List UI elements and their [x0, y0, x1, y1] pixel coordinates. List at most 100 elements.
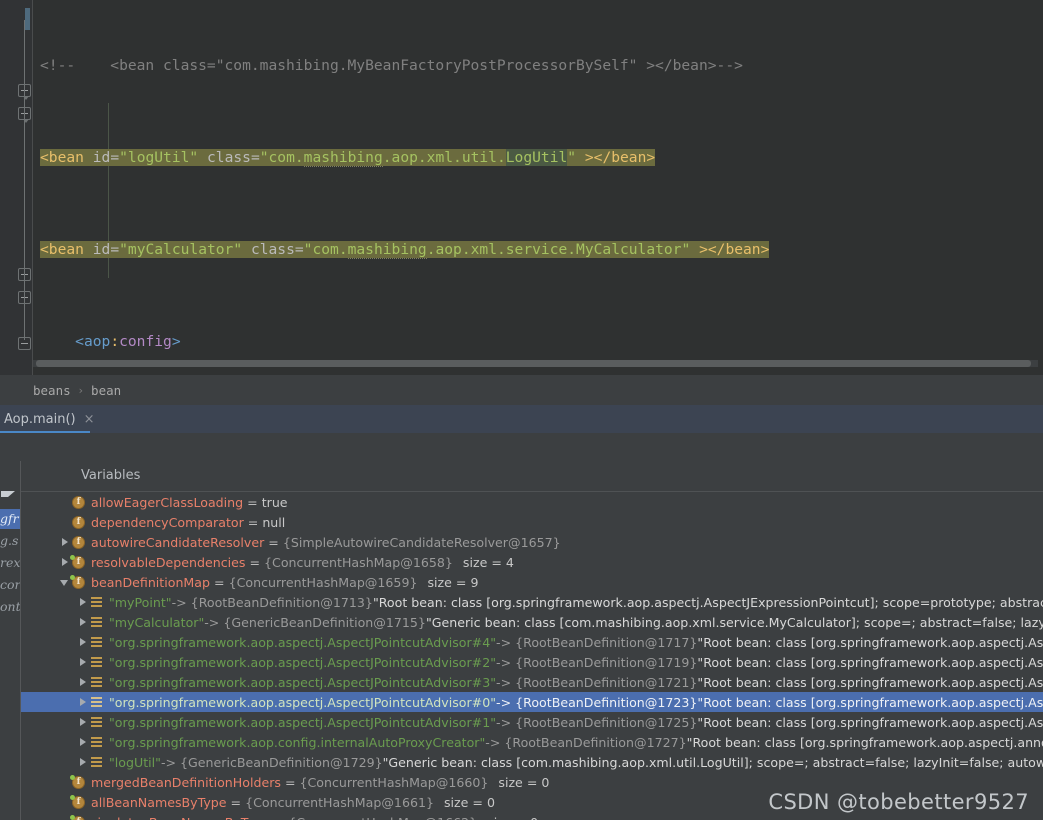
editor-gutter-separator	[32, 0, 33, 375]
frames-panel[interactable]: gfr g.s rext cor ont	[0, 461, 20, 820]
variable-value: true	[261, 494, 288, 510]
variable-value: {ConcurrentHashMap@1659}	[228, 574, 418, 590]
variables-panel[interactable]: Variables f allowEagerClassLoading = true f d…	[21, 461, 1043, 820]
debugger-toolbar[interactable]	[0, 433, 1043, 461]
variable-row[interactable]: "org.springframework.aop.aspectj.AspectJ…	[21, 712, 1043, 732]
editor-left-pad	[0, 0, 18, 375]
editor-hscrollbar-thumb[interactable]	[36, 360, 1031, 367]
variable-row[interactable]: f allowEagerClassLoading = true	[21, 492, 1043, 512]
map-entry-icon	[90, 616, 103, 629]
filter-icon[interactable]	[1, 491, 15, 503]
variable-reference: -> {RootBeanDefinition@1713}	[171, 594, 373, 610]
code-line-comment: <!-- <bean class="com.mashibing.MyBeanFa…	[40, 54, 1043, 77]
variable-key: "org.springframework.aop.config.internal…	[109, 734, 486, 750]
field-icon: f	[70, 774, 85, 789]
variable-equals: =	[247, 514, 259, 530]
variable-row[interactable]: f autowireCandidateResolver = {SimpleAutowi…	[21, 532, 1043, 552]
variables-list[interactable]: f allowEagerClassLoading = true f dependencyC…	[21, 492, 1043, 820]
variable-key: "myPoint"	[109, 594, 172, 610]
variable-size: size = 0	[487, 815, 538, 820]
editor-gutter[interactable]	[18, 0, 32, 375]
variable-reference: -> {GenericBeanDefinition@1729}	[160, 754, 383, 770]
frame-row[interactable]: rext	[0, 553, 20, 573]
field-icon: f	[70, 794, 85, 809]
variable-name: allowEagerClassLoading	[91, 494, 244, 510]
variable-value: {ConcurrentHashMap@1661}	[245, 794, 434, 810]
chevron-right-icon[interactable]	[77, 652, 90, 672]
field-icon: f	[70, 574, 85, 589]
variable-row[interactable]: f resolvableDependencies = {ConcurrentHashM…	[21, 552, 1043, 572]
variable-value: null	[262, 514, 286, 530]
variable-reference: -> {RootBeanDefinition@1721}	[496, 674, 698, 690]
variable-equals: =	[274, 815, 285, 820]
variable-reference: -> {RootBeanDefinition@1717}	[496, 634, 698, 650]
variable-key: "org.springframework.aop.aspectj.AspectJ…	[109, 634, 497, 650]
map-entry-icon	[90, 756, 103, 769]
variable-row[interactable]: "org.springframework.aop.config.internal…	[21, 732, 1043, 752]
map-entry-icon	[90, 736, 103, 749]
code-editor[interactable]: <!-- <bean class="com.mashibing.MyBeanFa…	[0, 0, 1043, 375]
variable-equals: =	[268, 534, 279, 550]
variable-reference: -> {RootBeanDefinition@1727}	[485, 734, 687, 750]
chevron-right-icon[interactable]	[77, 732, 90, 752]
field-icon: f	[70, 554, 85, 569]
chevron-right-icon[interactable]	[77, 612, 90, 632]
variable-row[interactable]: "myPoint" -> {RootBeanDefinition@1713} "…	[21, 592, 1043, 612]
breadcrumb[interactable]: beans › bean	[0, 375, 1043, 405]
variable-size: size = 4	[462, 554, 514, 570]
chevron-right-icon[interactable]	[77, 712, 90, 732]
variable-description: "Root bean: class [org.springframework.a…	[686, 734, 1043, 750]
variable-key: "org.springframework.aop.aspectj.AspectJ…	[109, 694, 497, 710]
frame-row[interactable]: ont	[0, 597, 20, 617]
variable-equals: =	[247, 494, 258, 510]
frame-row[interactable]: g.s	[0, 531, 20, 551]
field-icon: f	[70, 814, 85, 820]
chevron-right-icon[interactable]	[77, 752, 90, 772]
variables-header: Variables	[81, 468, 141, 483]
code-content[interactable]: <!-- <bean class="com.mashibing.MyBeanFa…	[40, 8, 1043, 375]
variable-description: "Root bean: class [org.springframework.a…	[697, 654, 1043, 670]
variable-row[interactable]: f beanDefinitionMap = {ConcurrentHashMap@16…	[21, 572, 1043, 592]
variable-reference: -> {RootBeanDefinition@1719}	[496, 654, 698, 670]
debugger-panel: gfr g.s rext cor ont Variables f allowEag…	[0, 433, 1043, 820]
variable-equals: =	[284, 774, 296, 790]
ide-window: <!-- <bean class="com.mashibing.MyBeanFa…	[0, 0, 1043, 820]
frame-row[interactable]: cor	[0, 575, 20, 595]
variable-name: autowireCandidateResolver	[91, 534, 265, 550]
chevron-right-icon[interactable]	[77, 692, 90, 712]
breadcrumb-item-bean[interactable]: bean	[91, 383, 121, 398]
tab-aop-main[interactable]: Aop.main() ×	[0, 405, 105, 433]
variable-row[interactable]: "logUtil" -> {GenericBeanDefinition@1729…	[21, 752, 1043, 772]
variable-value: {ConcurrentHashMap@1658}	[264, 554, 453, 570]
chevron-right-icon[interactable]	[59, 532, 72, 552]
variable-equals: =	[230, 794, 242, 810]
variable-row[interactable]: f mergedBeanDefinitionHolders = {Concurrent…	[21, 772, 1043, 792]
map-entry-icon	[90, 656, 103, 669]
chevron-right-icon[interactable]	[77, 592, 90, 612]
variable-row[interactable]: f dependencyComparator = null	[21, 512, 1043, 532]
chevron-right-icon[interactable]	[77, 632, 90, 652]
variable-description: "Root bean: class [org.springframework.a…	[697, 694, 1043, 710]
close-icon[interactable]: ×	[84, 412, 95, 427]
variable-row[interactable]: "org.springframework.aop.aspectj.AspectJ…	[21, 652, 1043, 672]
variable-row[interactable]: "org.springframework.aop.aspectj.AspectJ…	[21, 692, 1043, 712]
variable-row[interactable]: "org.springframework.aop.aspectj.AspectJ…	[21, 672, 1043, 692]
map-entry-icon	[90, 676, 103, 689]
breadcrumb-item-beans[interactable]: beans	[33, 383, 71, 398]
variable-description: "Root bean: class [org.springframework.a…	[697, 674, 1043, 690]
field-icon: f	[72, 515, 85, 529]
variable-size: size = 9	[427, 574, 479, 590]
variable-equals: =	[214, 574, 225, 590]
variable-description: "Root bean: class [org.springframework.a…	[697, 634, 1043, 650]
variable-name: beanDefinitionMap	[91, 574, 211, 590]
variable-reference: -> {RootBeanDefinition@1725}	[496, 714, 698, 730]
variable-row[interactable]: "org.springframework.aop.aspectj.AspectJ…	[21, 632, 1043, 652]
variable-row[interactable]: "myCalculator" -> {GenericBeanDefinition…	[21, 612, 1043, 632]
variable-description: "Generic bean: class [com.mashibing.aop.…	[382, 754, 1043, 770]
breadcrumb-separator-icon: ›	[78, 383, 84, 397]
frame-row[interactable]: gfr	[0, 509, 20, 529]
chevron-right-icon[interactable]	[77, 672, 90, 692]
fold-region-line	[24, 20, 25, 340]
